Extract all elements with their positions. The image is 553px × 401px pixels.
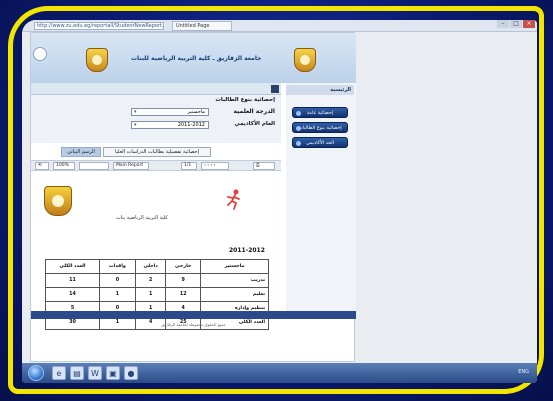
table-header: وافدات [98,259,136,274]
browser-chrome: http://www.zu.edu.eg/reportall/StudentNe… [22,20,537,32]
bullet-icon [296,111,301,116]
ie-icon[interactable]: e [52,366,66,380]
year-select-value: 2011-2012 [177,122,205,128]
address-bar[interactable]: http://www.zu.edu.eg/reportall/StudentNe… [34,22,164,30]
page-footer-bar [31,311,356,319]
footer-copyright: جميع الحقوق محفوظة لجامعة الزقازيق [161,322,226,327]
browser-tab[interactable]: Untitled Page [172,21,232,31]
folder-icon[interactable]: ▤ [70,366,84,380]
site-logo-icon [33,47,47,61]
banner-title: جامعة الزقازيق ـ كلية التربية الرياضية ل… [131,55,262,62]
table-row: 14 1 1 12 تعليم [45,287,270,302]
bullet-icon [296,126,301,131]
page-indicator: 1/1 [181,162,197,170]
start-button-icon[interactable] [28,365,44,381]
table-row-label: تدريب [199,273,270,288]
refresh-button[interactable]: ⟲ [35,162,49,170]
sidebar-item-academic[interactable]: الحد الأكاديمي [292,137,348,148]
table-row: 11 0 2 9 تدريب [45,273,270,288]
table-header: العدد الكلي [45,259,100,274]
filter-section-title: إحصائية بنوع الطالبات [215,97,275,103]
table-cell: 14 [45,287,100,302]
university-crest-icon [86,48,108,72]
table-cell: 1 [98,287,136,302]
table-header: خارجي [165,259,201,274]
degree-select-value: ماجستير [187,109,205,115]
export-button[interactable]: ⎙ [253,162,275,170]
faculty-title: كلية التربية الرياضية بنات [116,215,168,221]
table-header: ماجستير [199,259,270,274]
university-crest-icon [44,186,72,216]
table-cell: 11 [45,273,100,288]
sidebar: الرئيسية إحصائية عامة إحصائية بنوع الطال… [286,83,356,313]
table-cell: 12 [165,287,201,302]
search-input[interactable] [79,162,109,170]
presentation-background: http://www.zu.edu.eg/reportall/StudentNe… [0,0,553,401]
table-cell: 0 [98,273,136,288]
statistics-table: العدد الكلي وافدات داخلي خارجي ماجستير 1… [45,259,270,330]
presentation-icon[interactable]: ▣ [106,366,120,380]
system-tray: ENG [518,369,529,375]
table-header: داخلي [134,259,167,274]
sidebar-item-label: الحد الأكاديمي [306,141,334,146]
chevron-down-icon: ▾ [134,122,137,128]
report-toolbar: ⟲ 100% Main Report 1/1 ‹ ‹ › › ⎙ [31,160,281,171]
table-cell: 9 [165,273,201,288]
degree-label: الدرجة العلمية [233,108,275,115]
table-cell: 1 [134,287,167,302]
table-row-label: تعليم [199,287,270,302]
site-banner: جامعة الزقازيق ـ كلية التربية الرياضية ل… [31,33,356,83]
content-strip [31,83,281,95]
filter-panel: إحصائية بنوع الطالبات الدرجة العلمية ▾ م… [31,95,281,143]
year-label: العام الأكاديمي [234,121,275,127]
zoom-select[interactable]: 100% [53,162,75,170]
screenshot-area: http://www.zu.edu.eg/reportall/StudentNe… [22,20,537,383]
report-view: كلية التربية الرياضية بنات 2011-2012 الع… [31,173,281,358]
sidebar-item-label: إحصائية بنوع الطالبات [298,126,342,131]
maximize-button[interactable]: □ [510,20,522,28]
degree-select[interactable]: ▾ ماجستير [131,108,209,116]
media-icon[interactable]: ● [124,366,138,380]
table-header-row: العدد الكلي وافدات داخلي خارجي ماجستير [45,259,270,274]
collapse-toggle[interactable] [271,85,279,93]
sidebar-header: الرئيسية [286,85,354,95]
close-button[interactable]: × [523,20,535,28]
sidebar-item-label: إحصائية عامة [306,111,334,116]
main-content: إحصائية بنوع الطالبات الدرجة العلمية ▾ م… [31,83,281,363]
faculty-crest-icon [294,48,316,72]
minimize-button[interactable]: – [497,20,509,28]
runner-logo-icon [227,189,240,210]
page-nav-buttons[interactable]: ‹ ‹ › › [201,162,229,170]
browser-viewport: جامعة الزقازيق ـ كلية التربية الرياضية ل… [22,32,537,363]
view-select[interactable]: Main Report [113,162,149,170]
window-controls: – □ × [497,20,535,30]
table-cell: 2 [134,273,167,288]
web-page: جامعة الزقازيق ـ كلية التربية الرياضية ل… [30,32,356,363]
sidebar-item-general-stats[interactable]: إحصائية عامة [292,107,348,118]
word-icon[interactable]: W [88,366,102,380]
tab-detailed-stats[interactable]: إحصائية تفصيلية بطالبات الدراسات العليا [103,147,211,157]
chevron-down-icon: ▾ [134,109,137,115]
windows-taskbar: e ▤ W ▣ ● ENG [22,363,537,383]
bullet-icon [296,141,301,146]
tab-chart[interactable]: الرسم البياني [61,147,101,157]
sidebar-item-gender-stats[interactable]: إحصائية بنوع الطالبات [292,122,348,133]
year-select[interactable]: ▾ 2011-2012 [131,121,209,129]
report-year: 2011-2012 [229,247,265,254]
